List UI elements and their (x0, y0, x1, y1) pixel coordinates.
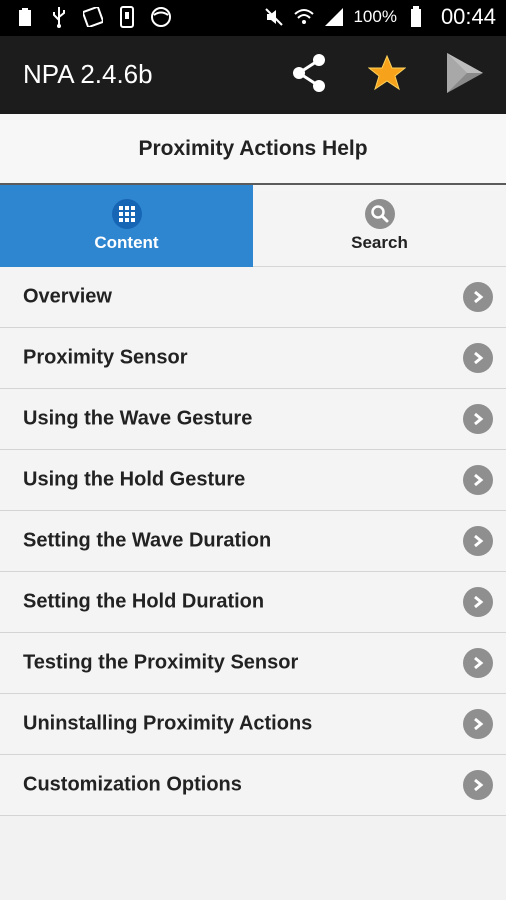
chevron-right-icon (463, 770, 493, 800)
list-item[interactable]: Setting the Wave Duration (0, 511, 506, 572)
list-item-label: Customization Options (23, 773, 242, 796)
tab-bar: Content Search (0, 185, 506, 267)
clock: 00:44 (440, 4, 496, 29)
list-item-label: Setting the Hold Duration (23, 590, 265, 613)
list-item[interactable]: Using the Hold Gesture (0, 450, 506, 511)
play-store-button[interactable] (443, 51, 487, 100)
tab-content[interactable]: Content (0, 185, 253, 267)
tab-search[interactable]: Search (253, 185, 506, 267)
star-icon (367, 54, 407, 97)
wifi-icon (293, 6, 315, 28)
chevron-right-icon (463, 648, 493, 678)
status-bar-right: 100% 00:44 (263, 4, 496, 30)
chevron-right-icon (463, 587, 493, 617)
list-item-label: Uninstalling Proximity Actions (23, 712, 313, 735)
share-icon (290, 53, 328, 98)
help-topics-list: Overview Proximity Sensor Using the Wave… (0, 267, 506, 816)
chevron-right-icon (463, 404, 493, 434)
app-bar: NPA 2.4.6b (0, 36, 506, 114)
battery-100-icon (14, 6, 36, 28)
list-item-label: Setting the Wave Duration (23, 529, 272, 552)
favorite-button[interactable] (365, 53, 409, 97)
battery-percent: 100% (353, 7, 397, 26)
list-item-label: Overview (23, 285, 112, 308)
contrast-icon (150, 6, 172, 28)
list-item-label: Using the Wave Gesture (23, 407, 253, 430)
list-item[interactable]: Setting the Hold Duration (0, 572, 506, 633)
search-icon (364, 198, 395, 229)
list-item[interactable]: Overview (0, 267, 506, 328)
photo-icon (82, 6, 104, 28)
list-item[interactable]: Customization Options (0, 755, 506, 816)
page-title: Proximity Actions Help (138, 136, 368, 160)
list-item[interactable]: Proximity Sensor (0, 328, 506, 389)
chevron-right-icon (463, 343, 493, 373)
list-item[interactable]: Testing the Proximity Sensor (0, 633, 506, 694)
list-item-label: Proximity Sensor (23, 346, 188, 369)
signal-icon (323, 6, 345, 28)
page-header: Proximity Actions Help (0, 114, 506, 185)
share-button[interactable] (287, 53, 331, 97)
grid-icon (111, 199, 142, 229)
status-bar-left (14, 6, 172, 28)
phone-icon (116, 6, 138, 28)
list-item-label: Using the Hold Gesture (23, 468, 246, 491)
app-title: NPA 2.4.6b (23, 59, 153, 89)
chevron-right-icon (463, 526, 493, 556)
play-store-icon (445, 51, 485, 100)
tab-content-label: Content (94, 233, 159, 252)
list-item[interactable]: Using the Wave Gesture (0, 389, 506, 450)
chevron-right-icon (463, 709, 493, 739)
status-bar: 100% 00:44 (0, 0, 506, 36)
chevron-right-icon (463, 465, 493, 495)
mute-icon (263, 6, 285, 28)
list-item-label: Testing the Proximity Sensor (23, 651, 299, 674)
chevron-right-icon (463, 282, 493, 312)
tab-search-label: Search (351, 232, 408, 252)
list-item[interactable]: Uninstalling Proximity Actions (0, 694, 506, 755)
usb-icon (48, 6, 70, 28)
battery-icon (405, 6, 427, 28)
